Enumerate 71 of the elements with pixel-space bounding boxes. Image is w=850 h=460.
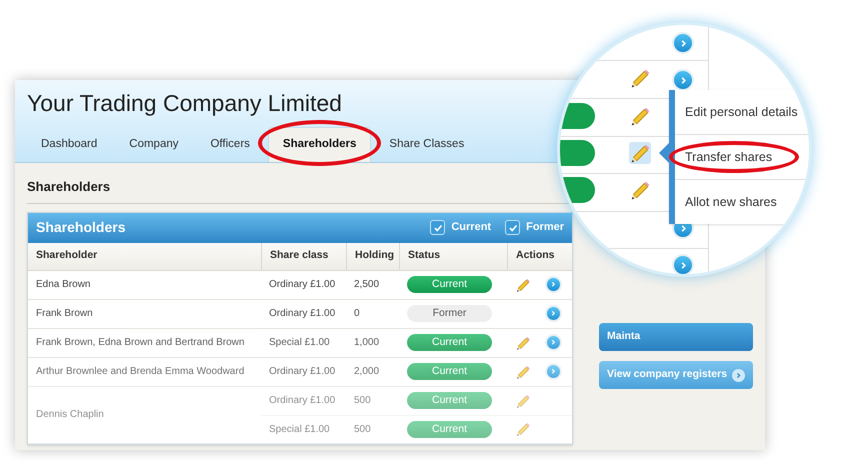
status-pill: Current xyxy=(407,276,492,293)
chevron-icon xyxy=(678,76,688,84)
checkmark-icon xyxy=(508,222,518,232)
pencil-icon[interactable] xyxy=(515,421,531,437)
chevron-button[interactable] xyxy=(545,363,562,380)
chevron-icon xyxy=(550,281,557,288)
table-cell: 2,500 xyxy=(354,279,380,290)
menu-item[interactable]: Transfer shares xyxy=(685,148,772,166)
table-cell: 500 xyxy=(354,395,371,406)
pencil-icon[interactable] xyxy=(629,105,651,127)
table-cell: Ordinary £1.00 xyxy=(269,279,336,290)
section-title: Shareholders xyxy=(27,178,110,196)
table-cell-text: Dennis Chaplin xyxy=(36,408,104,422)
column-header: Holding xyxy=(355,248,394,264)
table-cell: Ordinary £1.00 xyxy=(269,395,336,406)
column-header: Status xyxy=(408,248,440,264)
filter-label: Former xyxy=(526,220,564,236)
table-cell-text: Frank Brown xyxy=(36,307,93,321)
checkbox[interactable] xyxy=(430,220,446,235)
tab[interactable]: Shareholders xyxy=(268,126,372,162)
chevron-icon xyxy=(550,310,557,317)
chevron-icon xyxy=(732,368,745,382)
chevron-icon xyxy=(550,339,557,346)
table-cell-text: Frank Brown, Edna Brown and Bertrand Brown xyxy=(36,336,244,350)
table-cell: 1,000 xyxy=(354,337,380,348)
status-pill: Current xyxy=(407,392,492,409)
table-cell: 2,000 xyxy=(354,366,380,377)
checkmark-icon xyxy=(432,222,443,232)
checkbox[interactable] xyxy=(505,220,520,235)
chevron-button[interactable] xyxy=(545,276,562,293)
chevron-button[interactable] xyxy=(672,254,694,274)
pencil-icon[interactable] xyxy=(515,392,531,408)
table-cell: 0 xyxy=(354,308,360,319)
status-pill: Former xyxy=(407,305,492,322)
chevron-button[interactable] xyxy=(672,69,694,91)
tab[interactable]: Company xyxy=(115,128,192,162)
tab[interactable]: Share Classes xyxy=(375,128,478,162)
pencil-icon[interactable] xyxy=(515,276,531,292)
status-pill-edge xyxy=(560,140,595,166)
pencil-icon[interactable] xyxy=(515,334,531,350)
pencil-icon[interactable] xyxy=(629,142,651,164)
filter-label: Current xyxy=(451,220,492,236)
pencil-icon[interactable] xyxy=(629,67,651,89)
tab[interactable]: Dashboard xyxy=(27,128,112,162)
menu-item[interactable]: Edit personal details xyxy=(685,102,798,122)
chevron-icon xyxy=(678,260,688,270)
chevron-button[interactable] xyxy=(545,305,562,322)
tab[interactable]: Officers xyxy=(196,128,264,162)
table-cell: Ordinary £1.00 xyxy=(269,366,336,377)
menu-item[interactable]: Allot new shares xyxy=(685,192,777,212)
column-header: Actions xyxy=(516,248,555,264)
column-header: Share class xyxy=(270,248,328,264)
status-pill-edge xyxy=(560,103,595,129)
table-cell: 500 xyxy=(354,424,371,434)
pencil-icon[interactable] xyxy=(629,179,651,201)
table-cell-text: Arthur Brownlee and Brenda Emma Woodward xyxy=(36,365,244,379)
table-cell: Special £1.00 xyxy=(269,424,330,434)
table-cell-text: Edna Brown xyxy=(36,278,90,292)
pencil-icon[interactable] xyxy=(515,364,531,380)
table-cell: Special £1.00 xyxy=(269,337,330,348)
chevron-icon xyxy=(678,38,688,48)
chevron-icon xyxy=(550,368,557,375)
panel-title: Shareholders xyxy=(36,218,126,237)
chevron-button[interactable] xyxy=(545,334,562,351)
window-title: Your Trading Company Limited xyxy=(27,89,342,118)
status-pill: Current xyxy=(407,363,492,380)
status-pill: Current xyxy=(407,334,492,351)
table-cell: Ordinary £1.00 xyxy=(269,308,336,319)
chevron-button[interactable] xyxy=(672,32,694,54)
column-header: Shareholder xyxy=(36,248,98,264)
status-pill: Current xyxy=(407,420,492,438)
